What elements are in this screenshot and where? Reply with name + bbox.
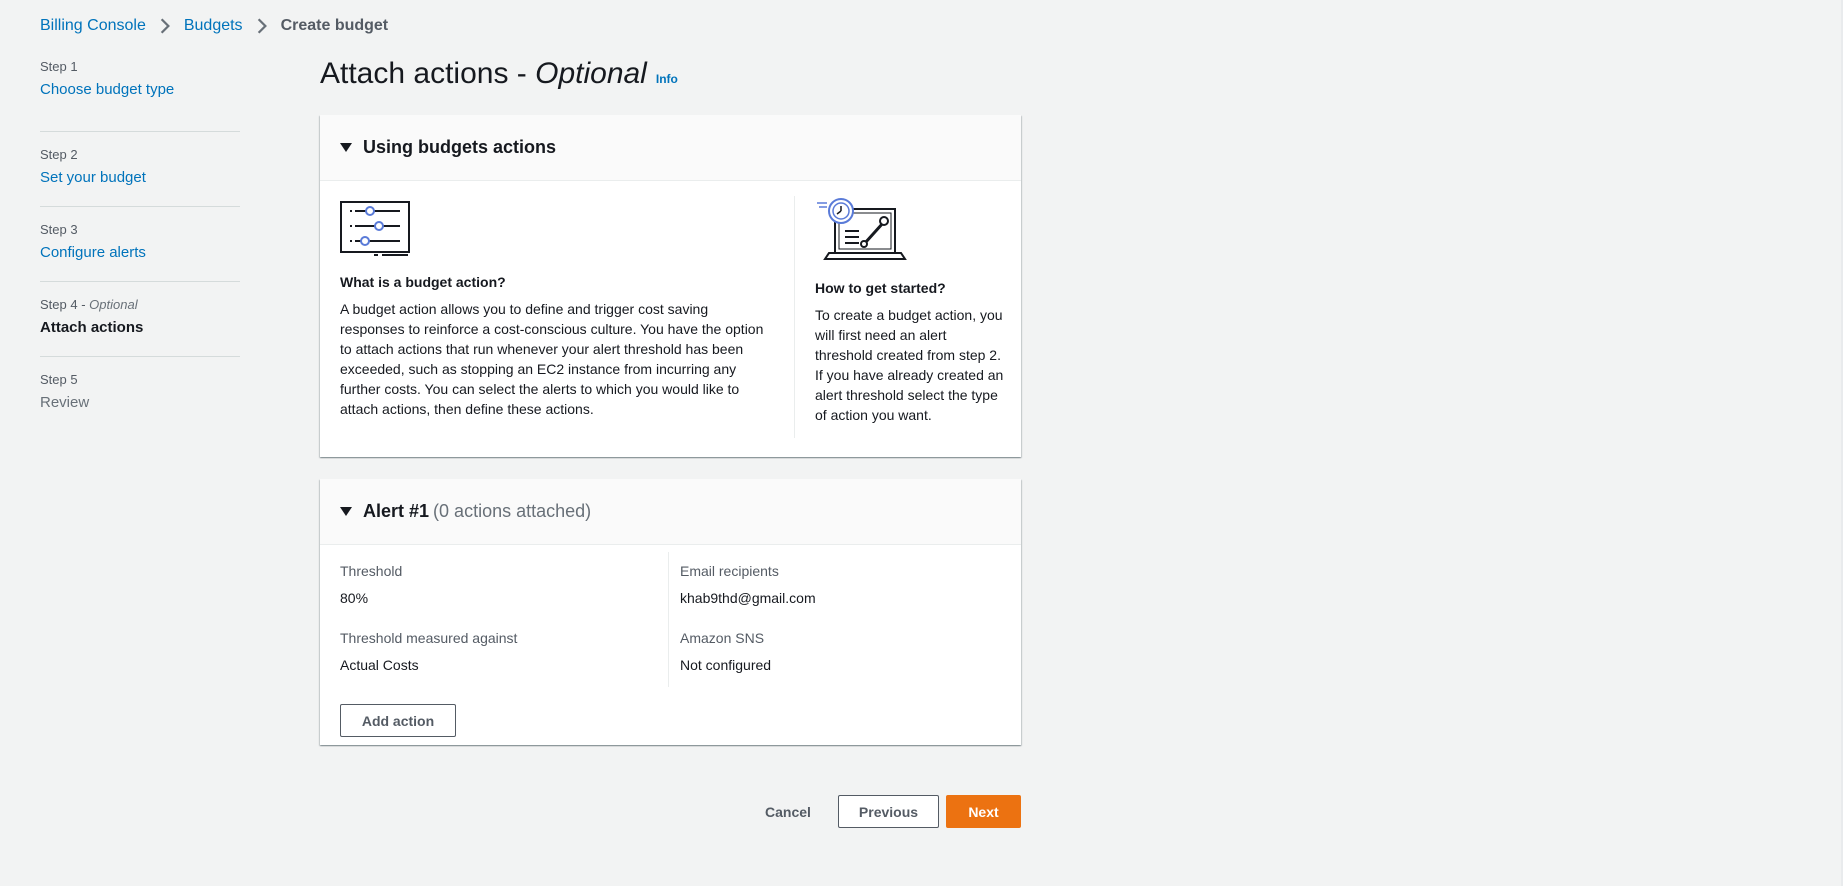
step-number: Step 2	[40, 147, 78, 162]
step-3: Step 3 Configure alerts	[40, 207, 240, 282]
measured-against-value: Actual Costs	[340, 657, 419, 673]
threshold-label: Threshold	[340, 563, 403, 579]
how-to-heading: How to get started?	[815, 280, 946, 296]
wizard-steps: Step 1 Choose budget type Step 2 Set you…	[40, 57, 240, 432]
amazon-sns-label: Amazon SNS	[680, 630, 765, 646]
amazon-sns-value: Not configured	[680, 657, 772, 673]
step-link-choose-budget-type[interactable]: Choose budget type	[40, 80, 240, 100]
step-current-attach-actions: Attach actions	[40, 319, 144, 336]
email-recipients-value: khab9thd@gmail.com	[680, 590, 816, 606]
step-5: Step 5 Review	[40, 357, 240, 432]
column-divider	[668, 552, 669, 687]
page-title-main: Attach actions -	[320, 57, 536, 90]
measured-against-field: Threshold measured against Actual Costs	[340, 629, 517, 674]
page-title: Attach actions - Optional	[320, 56, 647, 92]
previous-button[interactable]: Previous	[838, 795, 939, 828]
page-header: Attach actions - Optional Info	[320, 56, 678, 92]
how-to-text: To create a budget action, you will firs…	[815, 307, 1004, 423]
email-recipients-label: Email recipients	[680, 563, 779, 579]
breadcrumb-current: Create budget	[280, 17, 389, 34]
breadcrumb: Billing Console Budgets Create budget	[40, 17, 388, 35]
email-recipients-field: Email recipients khab9thd@gmail.com	[680, 562, 816, 607]
laptop-wrench-illustration-icon	[817, 198, 907, 260]
chevron-right-icon	[257, 18, 267, 34]
measured-against-label: Threshold measured against	[340, 630, 518, 646]
step-2: Step 2 Set your budget	[40, 132, 240, 207]
alert-title: Alert #1	[363, 501, 430, 521]
chevron-right-icon	[160, 18, 170, 34]
breadcrumb-billing-console[interactable]: Billing Console	[40, 17, 146, 35]
step-link-configure-alerts[interactable]: Configure alerts	[40, 243, 240, 263]
amazon-sns-field: Amazon SNS Not configured	[680, 629, 771, 674]
step-number: Step 1	[40, 59, 78, 74]
cancel-button[interactable]: Cancel	[750, 795, 826, 828]
step-number: Step 5	[40, 372, 78, 387]
using-budgets-actions-toggle[interactable]: Using budgets actions	[320, 115, 1021, 181]
next-button[interactable]: Next	[946, 795, 1021, 828]
what-is-text: A budget action allows you to define and…	[340, 301, 764, 417]
what-is-budget-action: What is a budget action? A budget action…	[340, 201, 770, 419]
step-link-set-your-budget[interactable]: Set your budget	[40, 168, 240, 188]
add-action-button[interactable]: Add action	[340, 704, 456, 737]
step-number: Step 4 - Optional	[40, 297, 138, 312]
alert-1-panel: Alert #1 (0 actions attached) Threshold …	[320, 479, 1021, 745]
threshold-field: Threshold 80%	[340, 562, 402, 607]
breadcrumb-budgets[interactable]: Budgets	[184, 17, 243, 35]
step-1: Step 1 Choose budget type	[40, 57, 240, 132]
column-divider	[794, 196, 795, 438]
using-budgets-actions-panel: Using budgets actions What is a budget a…	[320, 115, 1021, 457]
step-optional-label: Optional	[89, 297, 138, 312]
sliders-illustration-icon	[340, 201, 410, 256]
caret-down-icon	[340, 143, 352, 152]
caret-down-icon	[340, 507, 352, 516]
what-is-heading: What is a budget action?	[340, 274, 506, 290]
alert-1-toggle[interactable]: Alert #1 (0 actions attached)	[320, 479, 1021, 545]
threshold-value: 80%	[340, 590, 369, 606]
info-link[interactable]: Info	[656, 72, 678, 86]
step-4: Step 4 - Optional Attach actions	[40, 282, 240, 357]
panel-title: Using budgets actions	[363, 137, 557, 157]
how-to-get-started: How to get started? To create a budget a…	[815, 197, 1005, 425]
step-number: Step 3	[40, 222, 78, 237]
step-review: Review	[40, 394, 90, 411]
actions-count: (0 actions attached)	[433, 501, 592, 521]
step-number-text: Step 4	[40, 297, 78, 312]
page-title-optional: Optional	[535, 57, 647, 90]
